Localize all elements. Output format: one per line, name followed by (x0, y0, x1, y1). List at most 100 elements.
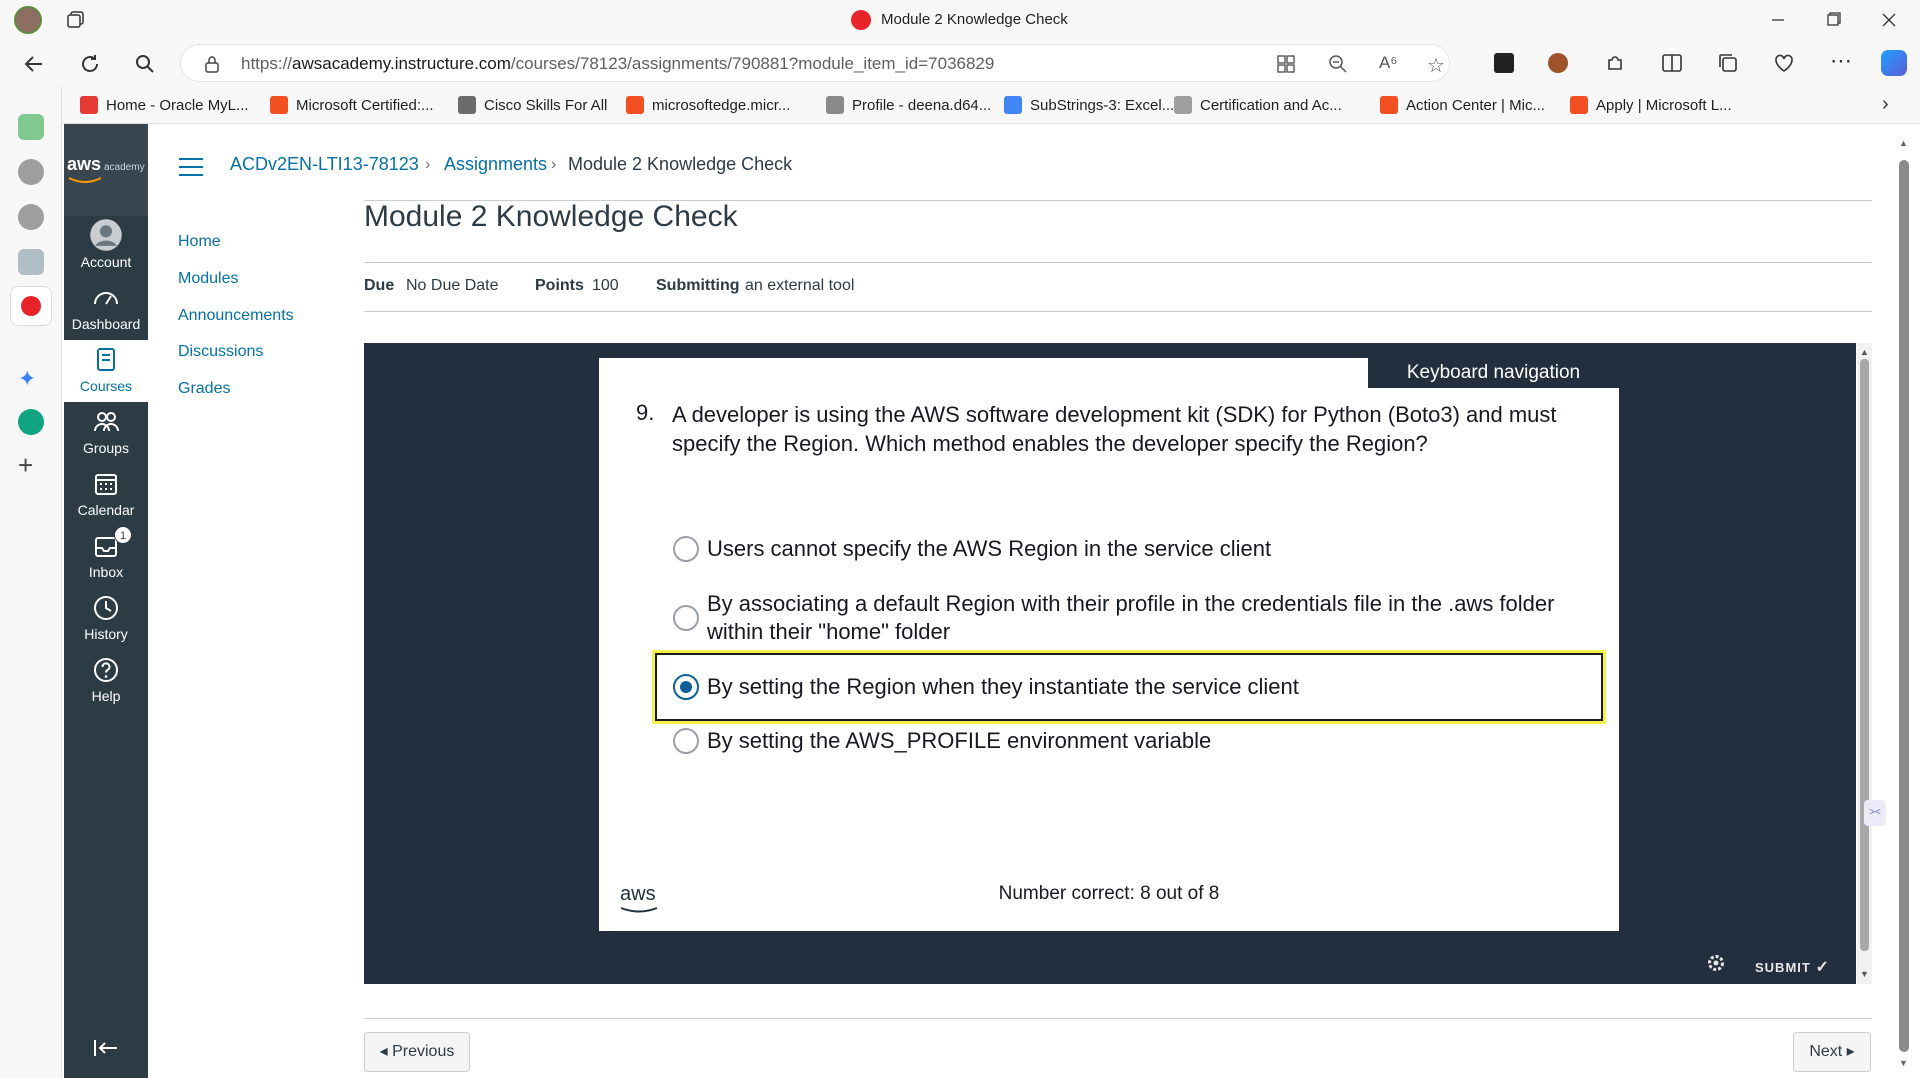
course-nav-discussions[interactable]: Discussions (178, 343, 263, 361)
favorite-favicon-icon (1174, 96, 1192, 114)
global-nav-help[interactable]: Help (64, 650, 148, 712)
global-nav-label: Courses (79, 378, 133, 394)
keyboard-navigation-button[interactable]: Keyboard navigation (1368, 358, 1619, 388)
favorites-bar: Home - Oracle MyL... Microsoft Certified:… (0, 86, 1920, 124)
favorite-star-icon[interactable]: ☆ (1427, 53, 1445, 78)
submit-button[interactable]: SUBMIT ✓ (1755, 957, 1830, 977)
groups-icon (94, 412, 119, 432)
search-icon[interactable] (133, 52, 157, 76)
minimize-icon[interactable] (1768, 10, 1788, 30)
browser-essentials-icon[interactable] (1773, 52, 1795, 74)
points-label: Points (535, 277, 584, 294)
chatgpt-icon[interactable] (18, 409, 44, 435)
previous-button[interactable]: ◂ Previous (364, 1032, 470, 1072)
favorites-overflow-icon[interactable]: › (1882, 93, 1889, 116)
global-nav-label: Help (91, 688, 121, 704)
collapse-nav-icon[interactable] (92, 1038, 120, 1058)
breadcrumb-separator: › (425, 156, 431, 173)
maximize-icon[interactable] (1823, 10, 1843, 30)
favorite-favicon-icon (1570, 96, 1588, 114)
option-radio[interactable] (673, 728, 699, 754)
favorite-item[interactable]: Home - Oracle MyL... (80, 94, 249, 116)
option-label[interactable]: Users cannot specify the AWS Region in t… (707, 535, 1607, 563)
favorite-label: microsoftedge.micr... (652, 96, 791, 114)
sheets-icon[interactable] (18, 114, 44, 140)
favorite-item[interactable]: Cisco Skills For All (458, 94, 607, 116)
global-nav-groups[interactable]: Groups (64, 402, 148, 464)
global-nav-label: Dashboard (71, 316, 141, 332)
side-handle-icon[interactable]: >< (1864, 800, 1886, 826)
help-icon (94, 658, 118, 682)
option-radio-selected[interactable] (673, 674, 699, 700)
aws-logo-text: aws (620, 883, 656, 905)
option-radio[interactable] (673, 536, 699, 562)
settings-gear-icon[interactable] (1706, 953, 1726, 973)
split-screen-icon[interactable] (1661, 52, 1683, 74)
option-label[interactable]: By associating a default Region with the… (707, 590, 1587, 646)
hamburger-menu-icon[interactable] (178, 157, 204, 177)
course-nav-home[interactable]: Home (178, 233, 221, 251)
refresh-icon[interactable] (78, 52, 102, 76)
lock-icon[interactable] (203, 55, 221, 73)
github-icon[interactable] (18, 204, 44, 230)
favorite-item[interactable]: Apply | Microsoft L... (1570, 94, 1732, 116)
favorite-label: Profile - deena.d64... (852, 96, 992, 114)
app-available-icon[interactable] (1276, 54, 1296, 74)
back-icon[interactable] (22, 52, 46, 76)
account-icon (90, 219, 122, 251)
global-nav-dashboard[interactable]: Dashboard (64, 278, 148, 340)
global-nav-account[interactable]: Account (64, 216, 148, 278)
courses-icon (97, 348, 115, 371)
collections-icon[interactable] (1717, 52, 1739, 74)
close-window-icon[interactable] (1879, 10, 1899, 30)
inbox-badge: 1 (114, 526, 132, 544)
address-bar[interactable]: https://awsacademy.instructure.com/cours… (180, 44, 1450, 82)
aws-academy-logo[interactable]: aws academy (64, 124, 148, 216)
global-nav-label: Groups (83, 440, 129, 456)
due-value: No Due Date (406, 277, 499, 294)
read-aloud-icon[interactable]: A⁶ (1379, 53, 1397, 73)
favorite-item[interactable]: microsoftedge.micr... (626, 94, 790, 116)
extensions-puzzle-icon[interactable] (1604, 52, 1626, 74)
extension-icon[interactable] (1494, 53, 1514, 73)
add-sidebar-icon[interactable]: + (18, 450, 33, 481)
favorite-item[interactable]: SubStrings-3: Excel... (1004, 94, 1174, 116)
option-radio[interactable] (673, 605, 699, 631)
option-label[interactable]: By setting the Region when they instanti… (707, 673, 1607, 701)
favorite-item[interactable]: Profile - deena.d64... (826, 94, 991, 116)
app-icon[interactable] (18, 249, 44, 275)
profile-avatar[interactable] (14, 6, 42, 34)
canvas-app-icon[interactable] (10, 286, 52, 326)
option-label[interactable]: By setting the AWS_PROFILE environment v… (707, 727, 1607, 755)
favorite-item[interactable]: Certification and Ac... (1174, 94, 1342, 116)
tool-frame-scrollbar[interactable]: ▲ ▼ (1857, 343, 1872, 984)
github-icon[interactable] (18, 159, 44, 185)
question-number: 9. (636, 400, 655, 425)
favorite-favicon-icon (626, 96, 644, 114)
favorite-label: Home - Oracle MyL... (106, 96, 249, 114)
cookie-extension-icon[interactable] (1548, 53, 1568, 73)
global-nav-label: History (84, 626, 128, 642)
global-nav-history[interactable]: History (64, 588, 148, 650)
more-menu-icon[interactable]: ⋯ (1830, 48, 1852, 74)
next-button[interactable]: Next ▸ (1793, 1032, 1871, 1072)
breadcrumb-assignments[interactable]: Assignments (444, 154, 547, 175)
favorite-label: Microsoft Certified:... (296, 96, 434, 114)
copilot-sparkle-icon[interactable]: ✦ (18, 366, 36, 392)
breadcrumb-course[interactable]: ACDv2EN-LTI13-78123 (230, 154, 419, 175)
course-nav-announcements[interactable]: Announcements (178, 307, 294, 325)
global-nav-inbox[interactable]: Inbox 1 (64, 526, 148, 588)
zoom-icon[interactable] (1328, 54, 1348, 74)
page-scrollbar[interactable]: ▲ ▼ (1898, 138, 1910, 1078)
course-nav-modules[interactable]: Modules (178, 270, 238, 288)
logo-text: aws (67, 154, 102, 174)
global-nav-calendar[interactable]: Calendar (64, 464, 148, 526)
course-nav-grades[interactable]: Grades (178, 380, 230, 398)
address-toolbar: https://awsacademy.instructure.com/cours… (0, 40, 1920, 86)
global-nav-courses[interactable]: Courses (64, 340, 148, 402)
favorite-item[interactable]: Microsoft Certified:... (270, 94, 434, 116)
url-text[interactable]: https://awsacademy.instructure.com/cours… (241, 54, 994, 74)
favorite-item[interactable]: Action Center | Mic... (1380, 94, 1545, 116)
tab-actions-icon[interactable] (66, 10, 86, 30)
copilot-icon[interactable] (1881, 50, 1907, 76)
